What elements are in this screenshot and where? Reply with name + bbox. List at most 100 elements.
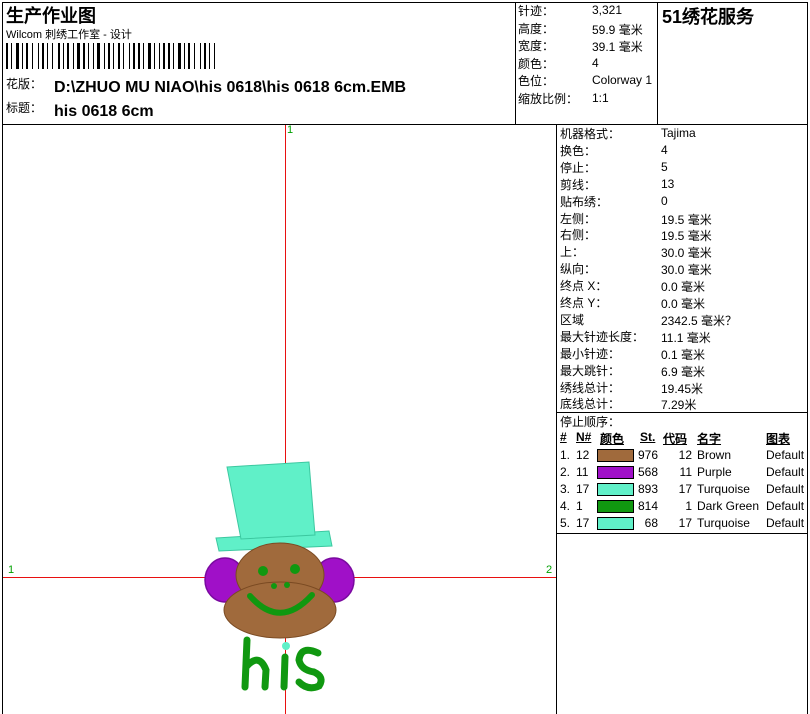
stop-header-st: St. <box>640 430 656 444</box>
detail-label: 停止： <box>560 160 597 175</box>
detail-value: 5 <box>661 159 668 174</box>
barcode-bar <box>47 43 48 69</box>
barcode-bar <box>63 43 64 69</box>
barcode-bar <box>97 43 100 69</box>
summary-label: 高度： <box>518 21 555 36</box>
barcode-bar <box>6 43 8 69</box>
barcode-bar <box>104 43 105 69</box>
stop-num: 3. <box>560 482 571 496</box>
color-swatch <box>597 517 634 530</box>
summary-label: 色位： <box>518 74 555 88</box>
stop-num: 5. <box>560 516 571 530</box>
detail-label: 最大针迹长度： <box>560 329 645 344</box>
detail-label: 右侧： <box>560 228 597 243</box>
barcode-bar <box>129 43 130 69</box>
color-swatch <box>597 483 634 496</box>
design-path: D:\ZHUO MU NIAO\his 0618\his 0618 6cm.EM… <box>54 79 407 96</box>
detail-label: 最小针迹： <box>560 346 621 361</box>
color-swatch <box>597 466 634 479</box>
letter-i <box>280 653 289 691</box>
frame-right <box>807 2 808 714</box>
barcode-bar <box>73 43 74 69</box>
letter-s <box>295 646 325 692</box>
barcode-bar <box>88 43 89 69</box>
barcode-bar <box>118 43 120 69</box>
barcode-bar <box>32 43 33 69</box>
stop-needle: 1 <box>576 499 583 513</box>
stop-stitches: 814 <box>637 499 658 513</box>
detail-value: 19.5 毫米 <box>661 229 712 244</box>
panel-divider <box>556 124 557 714</box>
barcode-bar <box>93 43 94 69</box>
letter-h <box>241 636 270 691</box>
detail-label: 终点 X： <box>560 279 608 294</box>
detail-label: 机器格式： <box>560 127 621 141</box>
embroidery-design <box>204 461 355 692</box>
stop-code: 17 <box>678 516 692 530</box>
stop-color-name: Purple <box>697 465 732 479</box>
barcode-bar <box>138 43 140 69</box>
detail-label: 贴布绣： <box>560 194 609 209</box>
detail-value: 0.0 毫米 <box>661 297 706 311</box>
detail-label: 底线总计： <box>560 397 621 412</box>
detail-value: 30.0 毫米 <box>661 246 712 261</box>
table-row: 1. 12 976 12 Brown Default <box>558 448 808 465</box>
detail-value: 11.1 毫米 <box>661 330 711 345</box>
barcode-bar <box>123 43 124 69</box>
detail-label: 换色： <box>560 143 597 158</box>
nose-dot-right <box>284 582 290 588</box>
summary-label: 宽度： <box>518 39 555 53</box>
stop-header-name: 名字 <box>697 432 722 446</box>
barcode <box>6 43 215 69</box>
barcode-bar <box>42 43 44 69</box>
stop-code: 1 <box>685 499 692 513</box>
detail-value: 6.9 毫米 <box>661 364 706 379</box>
stop-header-code: 代码 <box>663 432 688 446</box>
page-title: 生产作业图 <box>6 6 96 26</box>
detail-value: 0.1 毫米 <box>661 347 706 362</box>
barcode-bar <box>178 43 181 69</box>
table-row: 3. 17 893 17 Turquoise Default <box>558 482 808 499</box>
stop-chart: Default <box>766 516 805 530</box>
detail-value: 0 <box>661 193 668 208</box>
app-subtitle: Wilcom 刺绣工作室 - 设计 <box>6 29 132 41</box>
detail-label: 最大跳针： <box>560 363 621 378</box>
stop-code: 11 <box>679 465 692 479</box>
detail-value: 30.0 毫米 <box>661 263 712 278</box>
stops-bottom-line <box>556 533 808 534</box>
stop-stitches: 568 <box>637 465 658 479</box>
nose-dot-left <box>271 583 277 589</box>
design-canvas: 1 1 2 <box>3 124 556 714</box>
summary-value: 59.9 毫米 <box>592 22 643 37</box>
barcode-bar <box>38 43 39 69</box>
barcode-bar <box>154 43 155 69</box>
detail-value: 0.0 毫米 <box>661 280 706 295</box>
stop-code: 17 <box>678 482 692 496</box>
barcode-bar <box>148 43 151 69</box>
summary-value: Colorway 1 <box>592 73 653 87</box>
stop-header-chart: 图表 <box>766 432 791 446</box>
summary-label: 缩放比例： <box>518 91 579 106</box>
stop-stitches: 893 <box>637 482 658 496</box>
barcode-bar <box>77 43 80 69</box>
stop-needle: 17 <box>576 482 590 496</box>
barcode-bar <box>143 43 144 69</box>
stop-code: 12 <box>678 448 692 462</box>
stop-color-name: Brown <box>697 448 732 462</box>
stop-num: 2. <box>560 465 571 479</box>
color-swatch <box>597 500 634 513</box>
barcode-bar <box>16 43 19 69</box>
stop-chart: Default <box>766 448 805 462</box>
right-eye <box>290 564 300 574</box>
brand-label: 51绣花服务 <box>662 7 755 27</box>
barcode-bar <box>22 43 23 69</box>
table-row: 2. 11 568 11 Purple Default <box>558 465 808 482</box>
stop-color-name: Dark Green <box>697 499 760 513</box>
barcode-bar <box>67 43 69 69</box>
stop-chart: Default <box>766 482 805 496</box>
letter-i-dot <box>282 642 290 650</box>
barcode-bar <box>188 43 190 69</box>
summary-panel: 针迹： 3,321 高度： 59.9 毫米 宽度： 39.1 毫米 颜色： 4 色位： Color… <box>518 2 656 122</box>
barcode-bar <box>184 43 185 69</box>
detail-value: Tajima <box>661 126 696 140</box>
